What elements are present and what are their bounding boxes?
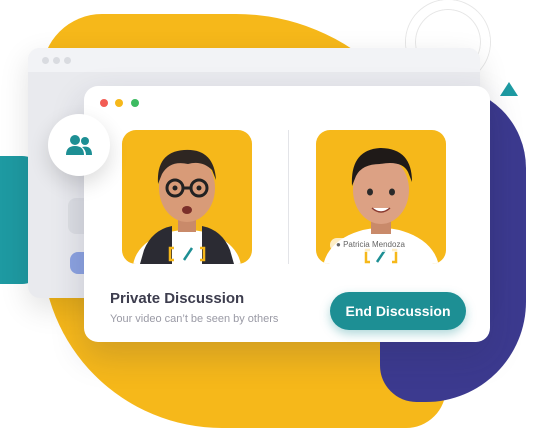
window-controls [100, 94, 142, 112]
participant-video-tile[interactable]: ● Patricia Mendoza [316, 130, 446, 264]
participants-button[interactable] [48, 114, 110, 176]
maximize-window-dot[interactable] [130, 99, 139, 107]
tile-divider [288, 130, 289, 264]
triangle-decoration [500, 82, 518, 96]
window-dot [64, 57, 71, 64]
call-title: Private Discussion [110, 290, 245, 307]
mic-icon: ● [336, 240, 341, 249]
end-discussion-button[interactable]: End Discussion [330, 292, 466, 330]
window-dot [42, 57, 49, 64]
participant-video-tile[interactable] [122, 130, 252, 264]
minimize-window-dot[interactable] [115, 99, 124, 107]
people-icon [66, 135, 92, 155]
window-title-bar [28, 48, 480, 72]
close-window-dot[interactable] [100, 99, 108, 107]
avatar-with-glasses [133, 149, 241, 264]
participant-name-tag: ● Patricia Mendoza [330, 238, 411, 252]
call-subtitle: Your video can’t be seen by others [110, 313, 279, 325]
video-call-window: ● Patricia Mendoza Private Discussion Yo… [84, 86, 490, 342]
window-dot [53, 57, 60, 64]
participant-name: Patricia Mendoza [343, 240, 405, 249]
